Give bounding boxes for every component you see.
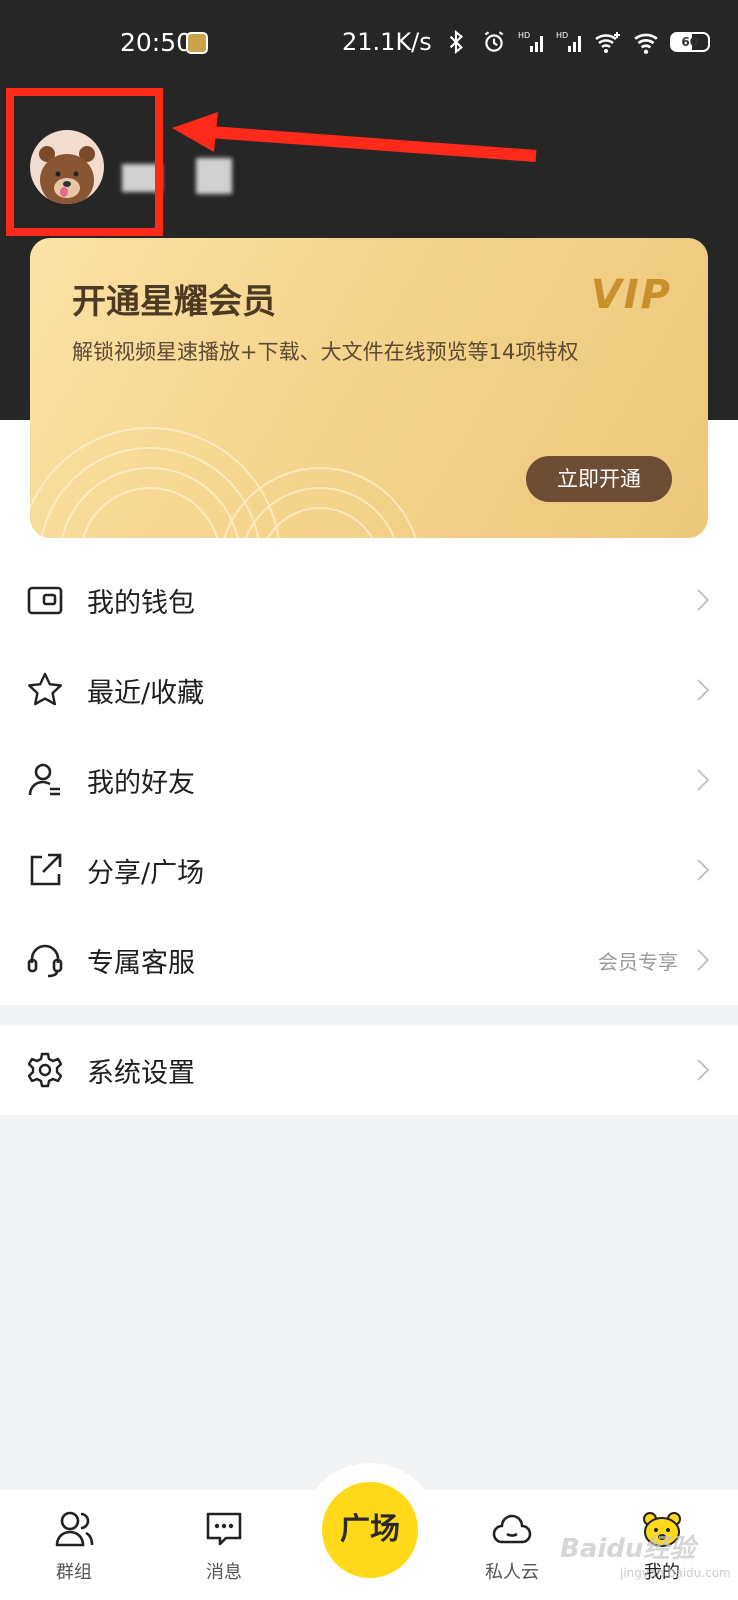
plaza-center-button[interactable]: 广场: [322, 1482, 418, 1578]
menu-label: 我的好友: [87, 767, 195, 799]
annotation-arrow: [172, 112, 537, 162]
nav-tab-private-cloud[interactable]: 私人云: [450, 1490, 570, 1600]
alarm-icon: [484, 31, 504, 52]
menu-item-customer-service[interactable]: 专属客服 会员专享: [0, 915, 738, 1005]
menu-label: 分享/广场: [87, 857, 205, 889]
chevron-right-icon: [697, 769, 710, 791]
chevron-right-icon: [697, 679, 710, 701]
signal-hd-1-icon: HD: [518, 31, 543, 52]
group-icon: [55, 1511, 94, 1547]
vip-card[interactable]: 开通星耀会员 VIP 解锁视频星速播放+下载、大文件在线预览等14项特权 立即开…: [30, 238, 708, 538]
vip-logo: VIP: [590, 272, 672, 318]
nav-label: 私人云: [485, 1562, 539, 1583]
svg-text:HD: HD: [556, 31, 568, 40]
wallet-icon: [27, 586, 63, 615]
menu-label: 专属客服: [87, 947, 195, 979]
chevron-right-icon: [697, 1059, 710, 1081]
status-indicators: 21.1K/s HD HD 60: [342, 28, 710, 56]
nav-tab-group[interactable]: 群组: [12, 1490, 132, 1600]
chevron-right-icon: [697, 859, 710, 881]
bluetooth-icon: [449, 29, 463, 55]
app-notification-icon: [186, 32, 208, 54]
chevron-right-icon: [697, 949, 710, 971]
battery-level: 60: [681, 35, 699, 49]
member-only-badge: 会员专享: [598, 949, 678, 974]
vip-subtitle: 解锁视频星速播放+下载、大文件在线预览等14项特权: [72, 340, 579, 364]
nav-tab-messages[interactable]: 消息: [162, 1490, 282, 1600]
wifi-plus-icon: [594, 32, 620, 53]
cloud-icon: [492, 1514, 532, 1544]
nav-label: 群组: [56, 1562, 92, 1583]
annotation-red-box: [6, 88, 163, 236]
menu-label: 我的钱包: [87, 587, 195, 619]
status-bar: 20:50 21.1K/s HD HD 60: [0, 22, 738, 62]
menu-item-friends[interactable]: 我的好友: [0, 735, 738, 825]
menu-label: 最近/收藏: [87, 677, 205, 709]
headset-icon: [27, 944, 63, 978]
baidu-watermark-url: jingyan.baidu.com: [620, 1566, 731, 1580]
message-icon: [206, 1512, 242, 1546]
menu-item-recent-favorites[interactable]: 最近/收藏: [0, 645, 738, 735]
star-icon: [28, 672, 62, 706]
baidu-watermark: Baidu经验: [560, 1534, 696, 1564]
vip-activate-button[interactable]: 立即开通: [526, 456, 672, 502]
svg-text:HD: HD: [518, 31, 530, 40]
network-speed: 21.1K/s: [342, 28, 432, 56]
gear-icon: [27, 1052, 63, 1088]
friend-icon: [28, 763, 60, 796]
signal-hd-2-icon: HD: [556, 31, 581, 52]
status-time: 20:50: [120, 28, 193, 57]
menu-item-share-plaza[interactable]: 分享/广场: [0, 825, 738, 915]
chevron-right-icon: [697, 589, 710, 611]
menu-item-wallet[interactable]: 我的钱包: [0, 555, 738, 645]
vip-title: 开通星耀会员: [72, 282, 276, 322]
battery-icon: 60: [669, 32, 710, 52]
wifi-icon: [634, 33, 658, 54]
menu-label: 系统设置: [87, 1057, 195, 1089]
nav-label: 消息: [206, 1562, 242, 1583]
menu-item-system-settings[interactable]: 系统设置: [0, 1025, 738, 1115]
share-icon: [30, 853, 62, 886]
